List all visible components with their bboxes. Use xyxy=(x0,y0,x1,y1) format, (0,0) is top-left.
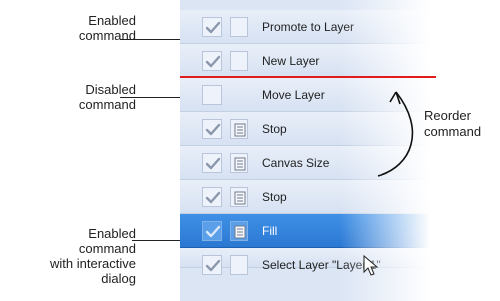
mouse-cursor-icon xyxy=(363,254,379,276)
action-label: Stop xyxy=(262,190,287,204)
enabled-command-callout: Enabled command xyxy=(0,13,136,43)
action-label: Fill xyxy=(262,224,278,238)
toggle-checkbox[interactable] xyxy=(202,255,222,275)
action-label: Canvas Size xyxy=(262,156,330,170)
dialog-toggle[interactable] xyxy=(230,51,248,71)
dialog-toggle[interactable] xyxy=(230,153,248,173)
disabled-command-callout: Disabled command xyxy=(0,82,136,112)
dialog-toggle[interactable] xyxy=(230,187,248,207)
action-row[interactable]: Promote to Layer xyxy=(180,10,430,44)
reorder-command-callout: Reorder command xyxy=(424,108,481,140)
callout-text: Enabled command with interactive dialog xyxy=(50,226,136,286)
disabled-command-leader xyxy=(120,97,184,98)
toggle-checkbox[interactable] xyxy=(202,85,222,105)
action-label: Promote to Layer xyxy=(262,20,355,34)
dialog-toggle[interactable] xyxy=(230,255,248,275)
action-row[interactable]: Fill xyxy=(180,214,430,248)
toggle-checkbox[interactable] xyxy=(202,17,222,37)
dialog-toggle[interactable] xyxy=(230,119,248,139)
toggle-checkbox[interactable] xyxy=(202,51,222,71)
toggle-checkbox[interactable] xyxy=(202,187,222,207)
toggle-checkbox[interactable] xyxy=(202,119,222,139)
callout-text: Reorder command xyxy=(424,108,482,139)
action-row[interactable]: New Layer xyxy=(180,44,430,78)
action-row[interactable]: Select Layer "Layer 1" xyxy=(180,248,430,275)
dialog-toggle[interactable] xyxy=(230,17,248,37)
action-label: Stop xyxy=(262,122,287,136)
toggle-checkbox[interactable] xyxy=(202,221,222,241)
enabled-command-leader xyxy=(120,39,184,40)
annotated-screenshot: Enabled command Disabled command Enabled… xyxy=(0,0,500,301)
drop-indicator-line xyxy=(180,76,436,78)
interactive-dialog-callout: Enabled command with interactive dialog xyxy=(0,226,136,286)
action-label: Move Layer xyxy=(262,88,325,102)
dialog-toggle[interactable] xyxy=(230,221,248,241)
reorder-arrow-icon xyxy=(377,91,414,177)
toggle-checkbox[interactable] xyxy=(202,153,222,173)
action-label: New Layer xyxy=(262,54,320,68)
